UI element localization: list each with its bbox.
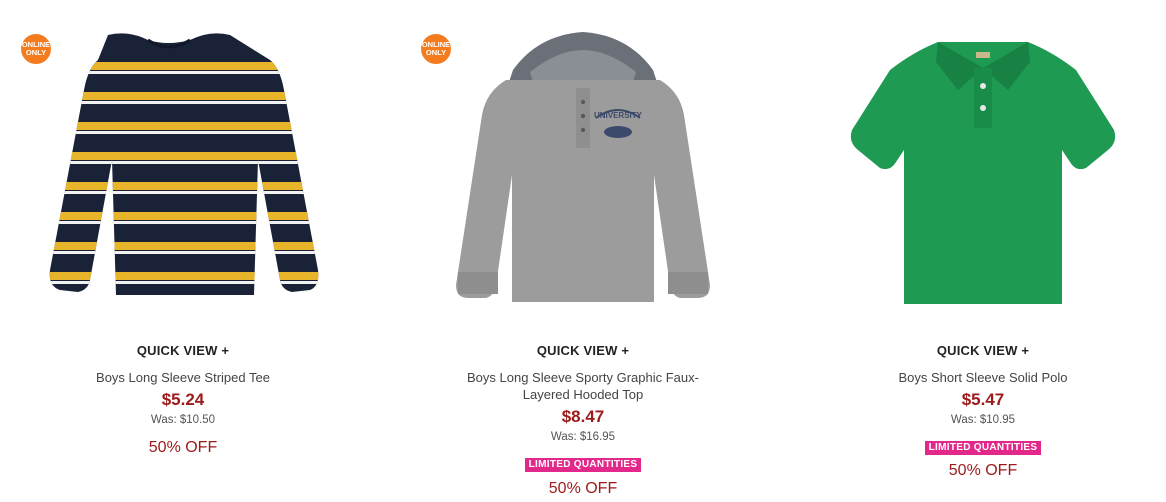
original-price: Was: $16.95 (550, 431, 616, 443)
product-image-link[interactable]: ONLINE ONLY (18, 10, 348, 320)
discount-label: 50% OFF (148, 439, 218, 456)
product-name-link[interactable]: Boys Long Sleeve Striped Tee (53, 369, 313, 386)
polo-image[interactable] (818, 10, 1148, 320)
quick-view-button[interactable]: QUICK VIEW + (418, 343, 748, 358)
quick-view-button[interactable]: QUICK VIEW + (18, 343, 348, 358)
product-grid: ONLINE ONLY QUICK VIEW + Boys Long Sleev… (0, 0, 1166, 502)
limited-quantities-wrap: LIMITED QUANTITIES (818, 437, 1148, 455)
quick-view-button[interactable]: QUICK VIEW + (818, 343, 1148, 358)
hooded-top-image[interactable]: UNIVERSITY (418, 10, 748, 320)
limited-quantities-badge: LIMITED QUANTITIES (524, 458, 642, 472)
sale-price: $5.47 (961, 390, 1005, 409)
product-name-link[interactable]: Boys Short Sleeve Solid Polo (853, 369, 1113, 386)
product-card: ONLINE ONLY QUICK VIEW + Boys Long Sleev… (18, 0, 348, 502)
online-only-badge: ONLINE ONLY (421, 34, 451, 64)
sale-price: $5.24 (161, 390, 205, 409)
svg-text:UNIVERSITY: UNIVERSITY (594, 111, 643, 120)
product-card: UNIVERSITY ONLINE ONLY QUICK VIEW + Boys… (418, 0, 748, 502)
discount-label: 50% OFF (948, 462, 1018, 479)
product-card: QUICK VIEW + Boys Short Sleeve Solid Pol… (818, 0, 1148, 502)
product-image-link[interactable] (818, 10, 1148, 320)
limited-quantities-wrap: LIMITED QUANTITIES (418, 454, 748, 472)
original-price: Was: $10.50 (150, 414, 216, 426)
discount-label: 50% OFF (548, 480, 618, 497)
online-only-badge: ONLINE ONLY (21, 34, 51, 64)
product-name-link[interactable]: Boys Long Sleeve Sporty Graphic Faux-Lay… (453, 369, 713, 403)
limited-quantities-badge: LIMITED QUANTITIES (924, 441, 1042, 455)
product-image-link[interactable]: UNIVERSITY ONLINE ONLY (418, 10, 748, 320)
original-price: Was: $10.95 (950, 414, 1016, 426)
striped-tee-image[interactable] (18, 10, 348, 320)
sale-price: $8.47 (561, 407, 605, 426)
